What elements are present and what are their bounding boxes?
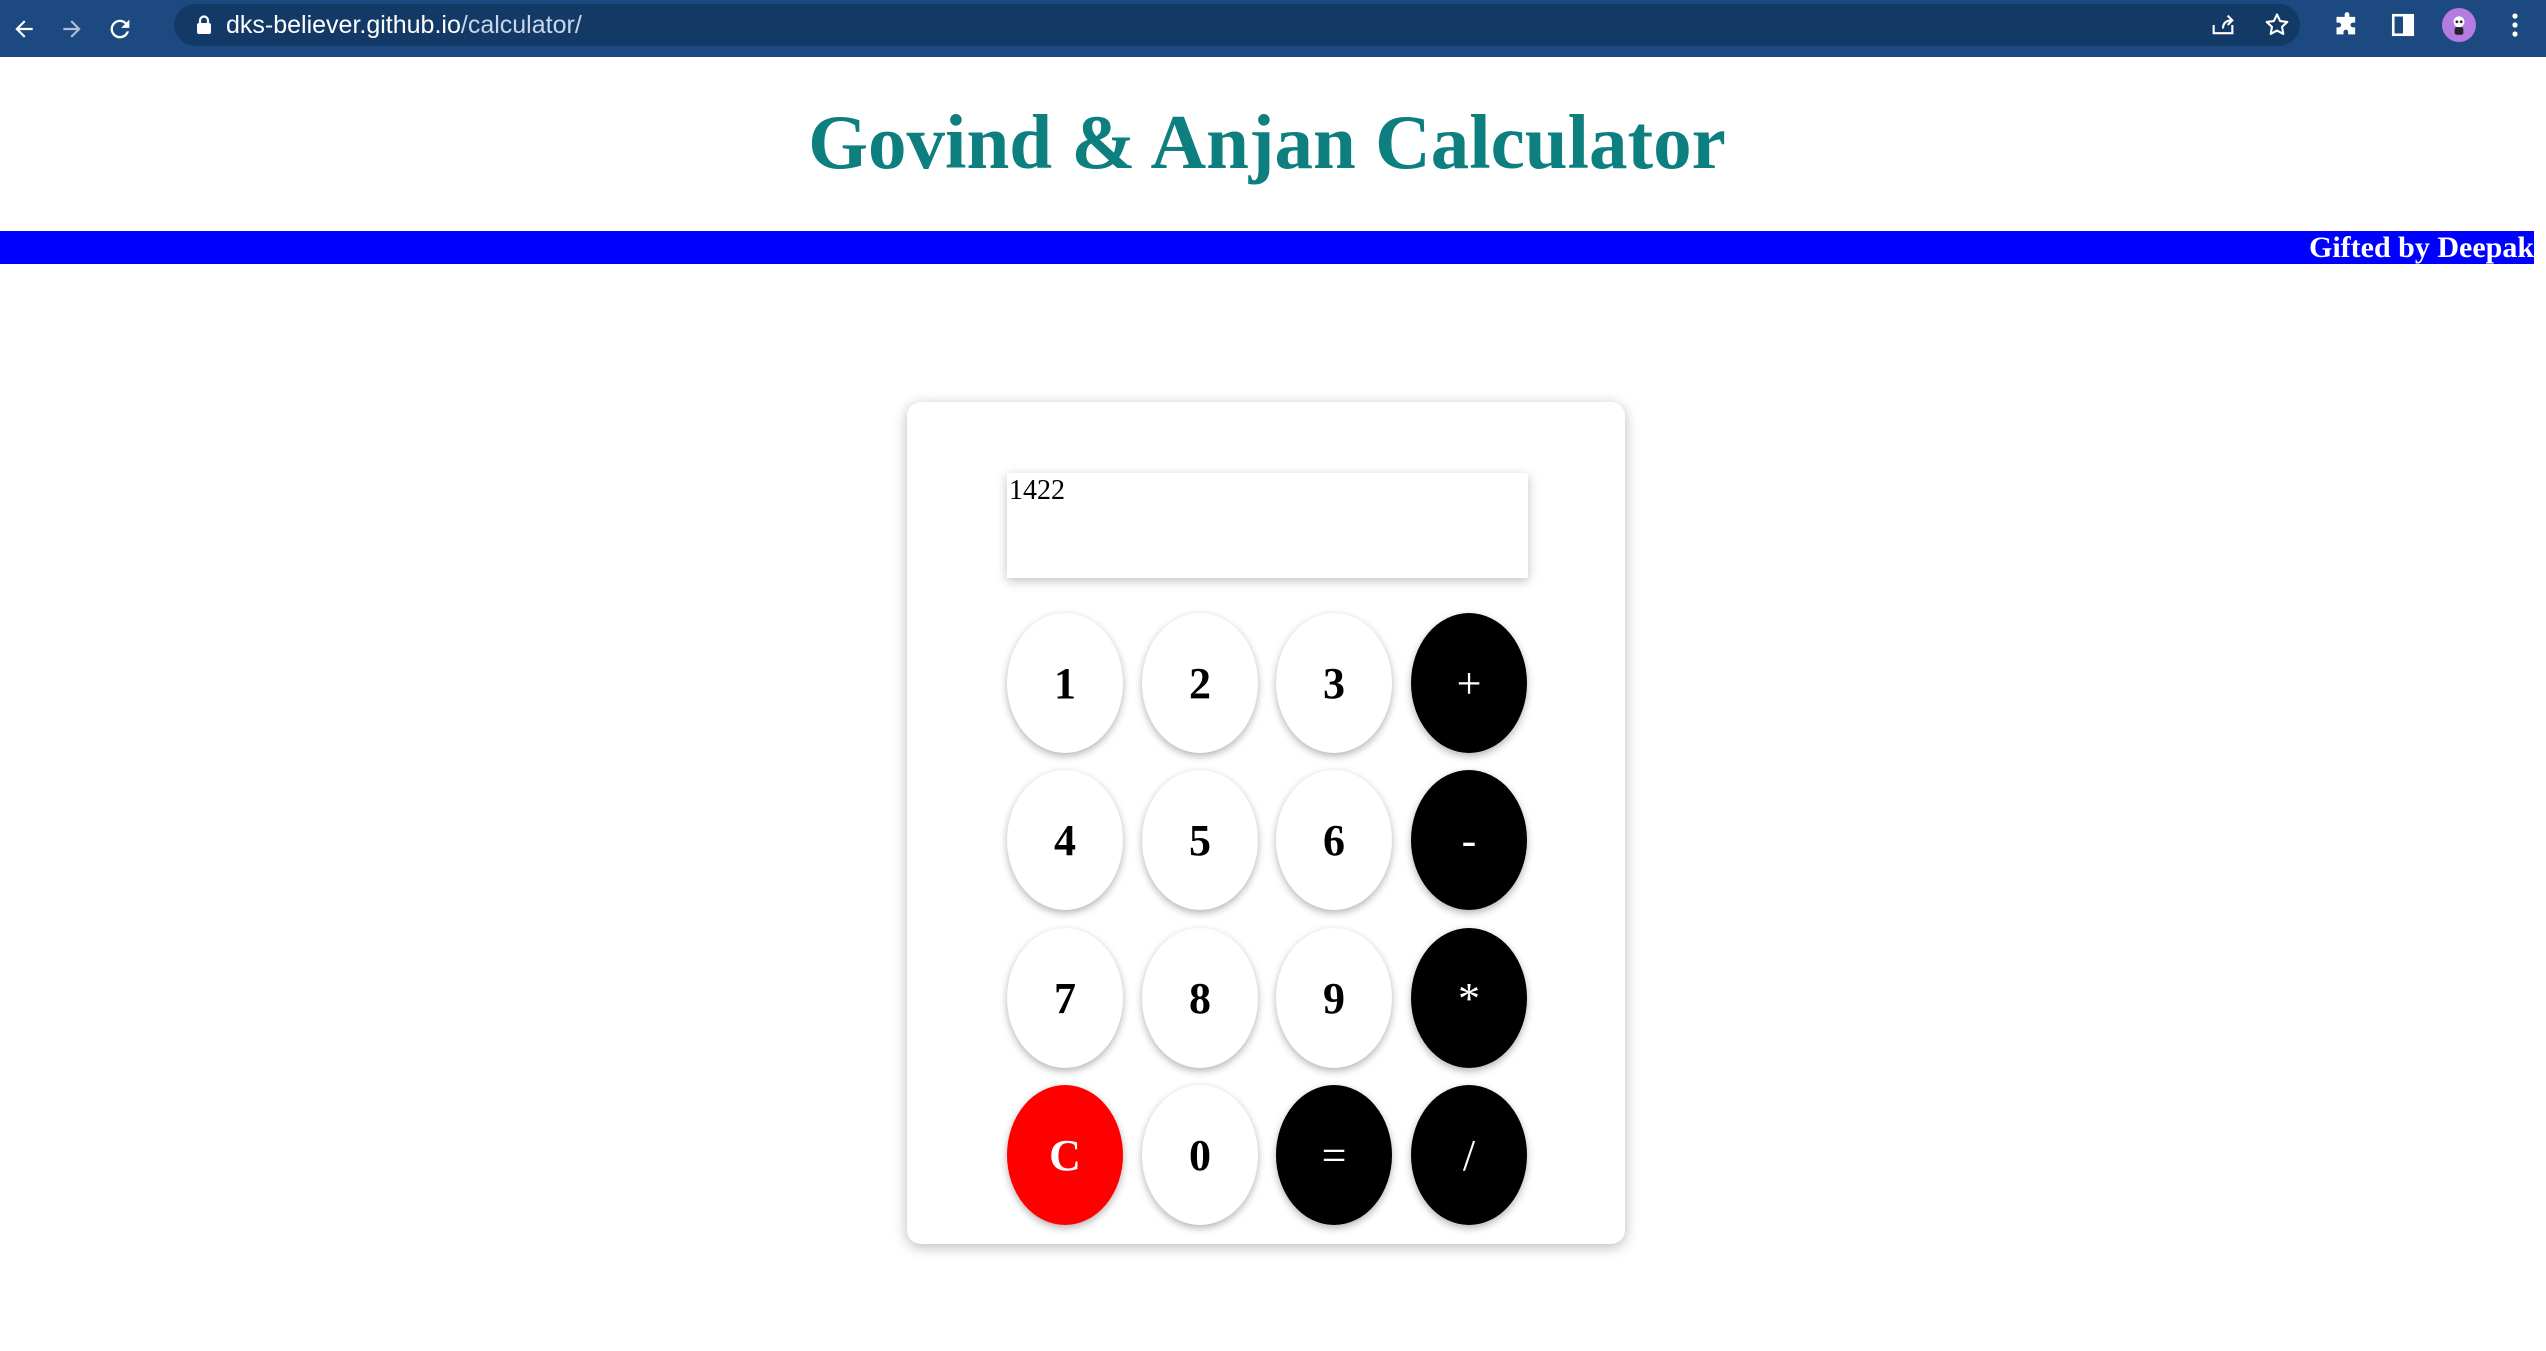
minus-button[interactable]: - xyxy=(1411,770,1527,910)
key-3[interactable]: 3 xyxy=(1276,613,1392,753)
gift-banner: Gifted by Deepak xyxy=(0,231,2534,264)
forward-button[interactable] xyxy=(52,9,92,49)
plus-button[interactable]: + xyxy=(1411,613,1527,753)
extensions-icon[interactable] xyxy=(2330,8,2364,42)
key-5[interactable]: 5 xyxy=(1142,770,1258,910)
profile-avatar[interactable] xyxy=(2442,8,2476,42)
url-host: dks-believer.github.io xyxy=(226,10,461,39)
reload-icon xyxy=(110,19,130,38)
calculator-display: 1422 xyxy=(1007,473,1528,578)
star-icon[interactable] xyxy=(2260,8,2294,42)
forward-icon xyxy=(63,19,81,38)
key-6[interactable]: 6 xyxy=(1276,770,1392,910)
toolbar-right xyxy=(2330,0,2546,50)
side-panel-icon[interactable] xyxy=(2386,8,2420,42)
key-2[interactable]: 2 xyxy=(1142,613,1258,753)
url-path: /calculator/ xyxy=(460,10,582,39)
equals-button[interactable]: = xyxy=(1276,1085,1392,1225)
clear-button[interactable]: C xyxy=(1007,1085,1123,1225)
address-bar[interactable]: dks-believer.github.io/calculator/ xyxy=(174,4,2300,46)
share-icon[interactable] xyxy=(2206,8,2240,42)
key-1[interactable]: 1 xyxy=(1007,613,1123,753)
lock-icon[interactable] xyxy=(196,15,212,35)
reload-button[interactable] xyxy=(100,9,140,49)
calculator-panel: 1422 1 2 3 + 4 5 6 - 7 8 9 * C 0 = / xyxy=(907,402,1625,1244)
menu-icon[interactable] xyxy=(2498,8,2532,42)
key-7[interactable]: 7 xyxy=(1007,928,1123,1068)
omnibox-actions xyxy=(2206,4,2294,46)
multiply-button[interactable]: * xyxy=(1411,928,1527,1068)
divide-button[interactable]: / xyxy=(1411,1085,1527,1225)
browser-toolbar: dks-believer.github.io/calculator/ xyxy=(0,0,2546,57)
key-8[interactable]: 8 xyxy=(1142,928,1258,1068)
key-0[interactable]: 0 xyxy=(1142,1085,1258,1225)
profile-icon xyxy=(2453,16,2465,35)
page-title: Govind & Anjan Calculator xyxy=(808,99,1726,185)
key-9[interactable]: 9 xyxy=(1276,928,1392,1068)
key-4[interactable]: 4 xyxy=(1007,770,1123,910)
back-icon xyxy=(15,19,33,38)
back-button[interactable] xyxy=(4,9,44,49)
